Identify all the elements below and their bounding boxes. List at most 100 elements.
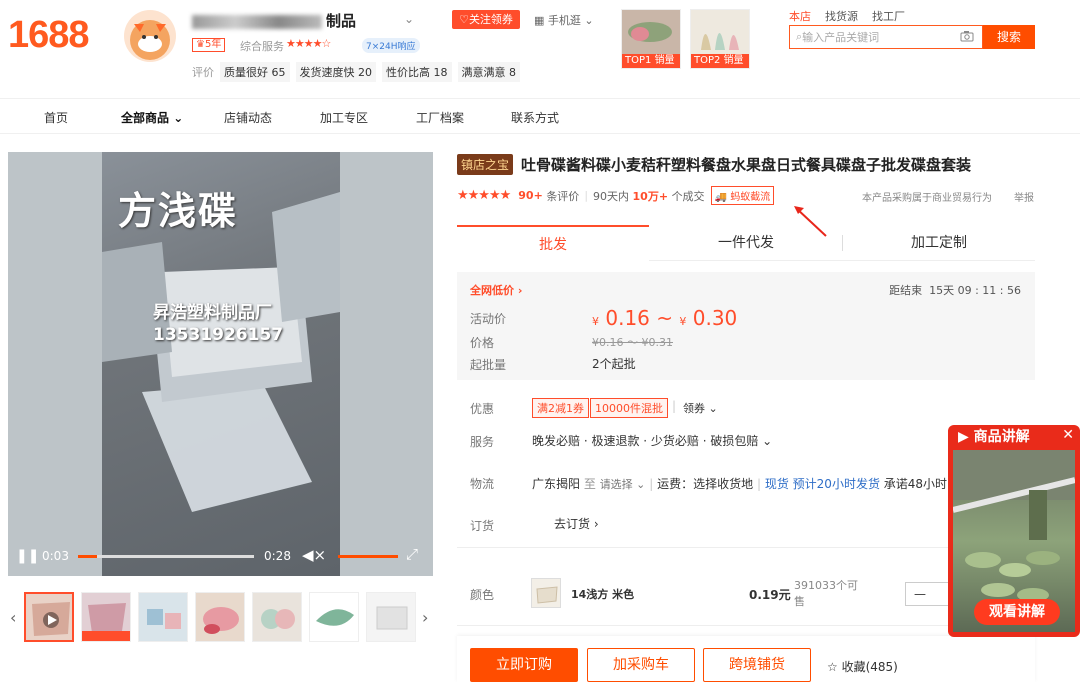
logistics-info: 广东揭阳 至 请选择 ⌄ | 运费：选择收货地 | 现货 预计20小时发货 承诺… bbox=[532, 477, 948, 491]
nav-shop-news[interactable]: 店铺动态 bbox=[224, 109, 272, 126]
product-title: 吐骨碟酱料碟小麦秸秆塑料餐盘水果盘日式餐具碟盘子批发碟盘套装 bbox=[521, 156, 972, 174]
search-input[interactable]: ⌕ 输入产品关键词 bbox=[789, 25, 983, 49]
eval-tag[interactable]: 质量很好 65 bbox=[220, 62, 290, 82]
eval-tag[interactable]: 性价比高 18 bbox=[382, 62, 452, 82]
sku-price: 0.19元 bbox=[749, 588, 791, 602]
action-bar: 立即订购 加采购车 跨境铺货 ☆ 收藏(485) bbox=[457, 636, 1035, 682]
quantity-stepper[interactable]: — bbox=[905, 582, 953, 606]
go-order-link[interactable]: 去订货 › bbox=[554, 515, 599, 532]
thumbnail[interactable] bbox=[138, 592, 188, 642]
logistics-label: 物流 bbox=[470, 477, 495, 491]
close-icon[interactable]: ✕ bbox=[1062, 427, 1074, 443]
activity-price: ¥ 0.16 ~ ¥ 0.30 bbox=[592, 306, 738, 330]
top-product-2[interactable]: TOP2 销量 bbox=[690, 9, 750, 69]
follow-icon: ♡ bbox=[459, 13, 469, 26]
search-tab-source[interactable]: 找货源 bbox=[825, 8, 858, 24]
report-link[interactable]: 举报 bbox=[1014, 189, 1034, 204]
camera-icon[interactable] bbox=[960, 30, 974, 45]
thumbnail[interactable] bbox=[24, 592, 74, 642]
sales-count: 10万+ bbox=[632, 189, 669, 203]
ship-badge: 🚚 蚂蚁截流 bbox=[710, 186, 775, 205]
promo-coupon-tag[interactable]: 满2减1券 bbox=[532, 398, 589, 418]
image-thumbnail-strip: ‹ › bbox=[8, 592, 433, 644]
moq-value: 2个起批 bbox=[592, 357, 636, 371]
truck-icon: 🚚 bbox=[714, 192, 731, 203]
service-label-row: 服务 bbox=[470, 435, 495, 449]
fullscreen-icon[interactable]: ⤢ bbox=[406, 545, 418, 563]
sales-label: 个成交 bbox=[671, 189, 705, 203]
star-icon: ☆ bbox=[827, 660, 842, 674]
sku-name: 14浅方 米色 bbox=[571, 588, 635, 601]
video-overlay-title: 方浅碟 bbox=[118, 189, 239, 233]
top-rank-label: TOP2 销量 bbox=[691, 54, 749, 68]
eval-row: 评价 质量很好 65 发货速度快 20 性价比高 18 满意满意 8 bbox=[192, 62, 520, 82]
lowest-price-link[interactable]: 全网低价 › bbox=[470, 282, 522, 298]
sku-thumbnail[interactable] bbox=[531, 578, 561, 608]
favorite-button[interactable]: ☆ 收藏(485) bbox=[827, 658, 898, 675]
product-title-row: 镇店之宝 吐骨碟酱料碟小麦秸秆塑料餐盘水果盘日式餐具碟盘子批发碟盘套装 bbox=[457, 154, 971, 175]
site-logo[interactable]: 1688 bbox=[8, 14, 90, 57]
thumbnail[interactable] bbox=[81, 592, 131, 642]
top-product-1[interactable]: TOP1 销量 bbox=[621, 9, 681, 69]
search-tab-shop[interactable]: 本店 bbox=[789, 8, 811, 24]
service-stars: ★★★★☆ bbox=[286, 37, 331, 50]
order-label: 订货 bbox=[470, 519, 495, 533]
address-select[interactable]: 请选择 ⌄ bbox=[600, 478, 646, 491]
duration: 0:28 bbox=[264, 549, 291, 563]
search-tab-factory[interactable]: 找工厂 bbox=[872, 8, 905, 24]
year-badge: ♛5年 bbox=[192, 38, 226, 52]
get-coupon-link[interactable]: 领券 ⌄ bbox=[683, 400, 718, 416]
add-to-cart-button[interactable]: 加采购车 bbox=[587, 648, 695, 682]
mobile-link[interactable]: ▦ 手机逛 ⌄ bbox=[534, 12, 594, 28]
thumbnail[interactable] bbox=[252, 592, 302, 642]
product-video[interactable]: 方浅碟 昇浩塑料制品厂 13531926157 ❚❚ 0:03 0:28 ◀× ⤢ bbox=[8, 152, 433, 576]
eval-tag[interactable]: 满意满意 8 bbox=[457, 62, 520, 82]
rating-row: ★★★★★ 90+ 条评价 | 90天内 10万+ 个成交 🚚 蚂蚁截流 bbox=[457, 186, 775, 205]
thumbnail[interactable] bbox=[195, 592, 245, 642]
eval-label: 评价 bbox=[192, 66, 214, 79]
minus-icon[interactable]: — bbox=[914, 587, 926, 601]
tab-custom-processing[interactable]: 加工定制 bbox=[843, 225, 1035, 261]
chevron-down-icon[interactable]: ⌄ bbox=[404, 12, 414, 26]
shop-name[interactable]: 制品 bbox=[192, 10, 356, 31]
service-guarantees[interactable]: 晚发必赔 · 极速退款 · 少货必赔 · 破损包赔 ⌄ bbox=[532, 432, 772, 449]
mute-icon[interactable]: ◀× bbox=[302, 546, 326, 564]
pause-icon[interactable]: ❚❚ bbox=[16, 548, 39, 564]
activity-price-label: 活动价 bbox=[470, 312, 507, 326]
cross-border-button[interactable]: 跨境铺货 bbox=[703, 648, 811, 682]
review-count[interactable]: 90+ bbox=[518, 189, 543, 202]
video-progress-bar[interactable] bbox=[78, 555, 254, 558]
eval-tag[interactable]: 发货速度快 20 bbox=[295, 62, 376, 82]
tab-dropship[interactable]: 一件代发 bbox=[650, 225, 842, 261]
product-explain-widget[interactable]: ▶ 商品讲解 ✕ 观看讲解 bbox=[948, 425, 1080, 637]
thumbnail[interactable] bbox=[366, 592, 416, 642]
purchase-mode-tabs: 批发 一件代发 加工定制 bbox=[457, 225, 1035, 261]
nav-contact[interactable]: 联系方式 bbox=[511, 109, 559, 126]
follow-shop-button[interactable]: ♡关注领券 bbox=[452, 10, 520, 29]
nav-factory-profile[interactable]: 工厂档案 bbox=[416, 109, 464, 126]
video-overlay-sub: 昇浩塑料制品厂 13531926157 bbox=[153, 303, 284, 345]
buy-now-button[interactable]: 立即订购 bbox=[470, 648, 578, 682]
tab-wholesale[interactable]: 批发 bbox=[457, 225, 649, 261]
nav-processing[interactable]: 加工专区 bbox=[320, 109, 368, 126]
business-note: 本产品采购属于商业贸易行为 bbox=[862, 193, 992, 204]
search-button[interactable]: 搜索 bbox=[983, 25, 1035, 49]
nav-all-products[interactable]: 全部商品 ⌄ bbox=[121, 109, 183, 126]
service-label: 综合服务 bbox=[240, 40, 284, 53]
volume-slider[interactable] bbox=[338, 555, 398, 558]
sku-row: 14浅方 米色 0.19元 391033个可售 bbox=[457, 570, 957, 618]
shop-avatar[interactable] bbox=[124, 10, 176, 62]
current-time: 0:03 bbox=[42, 549, 69, 563]
nav-home[interactable]: 首页 bbox=[44, 109, 68, 126]
watch-explain-button[interactable]: 观看讲解 bbox=[974, 599, 1060, 625]
chevron-right-icon[interactable]: › bbox=[422, 608, 428, 627]
explain-header: ▶ 商品讲解 bbox=[958, 429, 1030, 445]
chevron-left-icon[interactable]: ‹ bbox=[10, 608, 16, 627]
sku-stock: 391033个可售 bbox=[794, 579, 858, 608]
search-scope-tabs: 本店 找货源 找工厂 bbox=[789, 8, 905, 24]
promo-mix-tag[interactable]: 10000件混批 bbox=[590, 398, 668, 418]
qr-icon: ▦ bbox=[534, 14, 548, 27]
thumbnail[interactable] bbox=[309, 592, 359, 642]
rating-stars: ★★★★★ bbox=[457, 188, 511, 203]
countdown: 距结束 15天 09 : 11 : 56 bbox=[889, 284, 1021, 297]
